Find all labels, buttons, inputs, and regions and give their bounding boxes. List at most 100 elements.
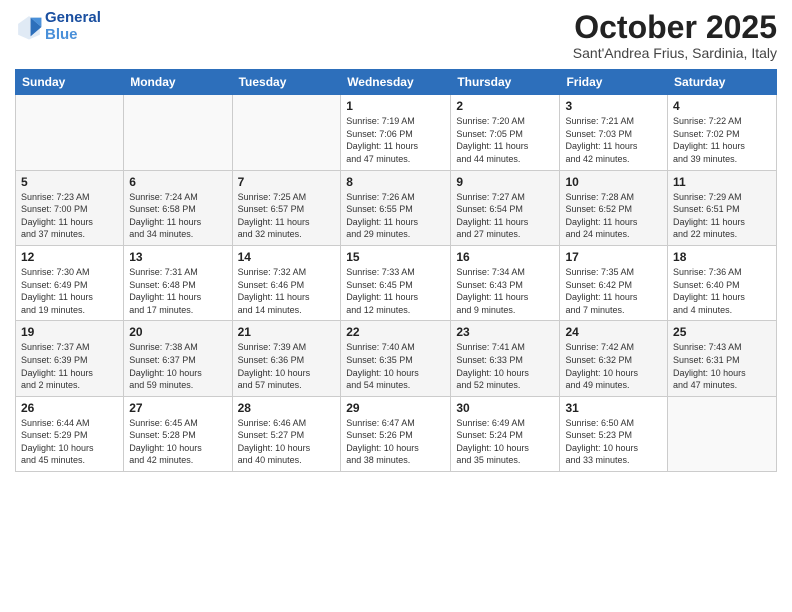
day-number: 17	[565, 250, 662, 264]
calendar-day-3: 3 Sunrise: 7:21 AM Sunset: 7:03 PM Daylig…	[560, 95, 668, 170]
day-number: 6	[129, 175, 226, 189]
calendar-day-11: 11 Sunrise: 7:29 AM Sunset: 6:51 PM Dayli…	[668, 170, 777, 245]
calendar-day-9: 9Sunrise: 7:27 AM Sunset: 6:54 PM Daylig…	[451, 170, 560, 245]
calendar-day-8: 8 Sunrise: 7:26 AM Sunset: 6:55 PM Daylig…	[341, 170, 451, 245]
calendar-day-2: 2 Sunrise: 7:20 AM Sunset: 7:05 PM Daylig…	[451, 95, 560, 170]
logo-text: General Blue	[45, 10, 101, 43]
day-info: Sunrise: 7:19 AM Sunset: 7:06 PM Dayligh…	[346, 115, 445, 165]
day-number: 12	[21, 250, 118, 264]
day-info: Sunrise: 7:34 AM Sunset: 6:43 PM Dayligh…	[456, 266, 554, 316]
calendar-day-24: 24 Sunrise: 7:42 AM Sunset: 6:32 PM Dayli…	[560, 321, 668, 396]
day-info: Sunrise: 7:20 AM Sunset: 7:05 PM Dayligh…	[456, 115, 554, 165]
day-info: Sunrise: 7:31 AM Sunset: 6:48 PM Dayligh…	[129, 266, 226, 316]
page: General Blue October 2025 Sant'Andrea Fr…	[0, 0, 792, 612]
day-info: Sunrise: 7:21 AM Sunset: 7:03 PM Dayligh…	[565, 115, 662, 165]
calendar-day-15: 15 Sunrise: 7:33 AM Sunset: 6:45 PM Dayli…	[341, 245, 451, 320]
day-number: 20	[129, 325, 226, 339]
day-info: Sunrise: 7:33 AM Sunset: 6:45 PM Dayligh…	[346, 266, 445, 316]
calendar-week-row: 5 Sunrise: 7:23 AM Sunset: 7:00 PM Daylig…	[16, 170, 777, 245]
day-info: Sunrise: 6:44 AM Sunset: 5:29 PM Dayligh…	[21, 417, 118, 467]
location: Sant'Andrea Frius, Sardinia, Italy	[573, 45, 777, 61]
day-number: 13	[129, 250, 226, 264]
calendar-week-row: 26Sunrise: 6:44 AM Sunset: 5:29 PM Dayli…	[16, 396, 777, 471]
calendar-day-22: 22Sunrise: 7:40 AM Sunset: 6:35 PM Dayli…	[341, 321, 451, 396]
day-info: Sunrise: 7:25 AM Sunset: 6:57 PM Dayligh…	[238, 191, 336, 241]
day-number: 22	[346, 325, 445, 339]
day-info: Sunrise: 7:35 AM Sunset: 6:42 PM Dayligh…	[565, 266, 662, 316]
day-number: 5	[21, 175, 118, 189]
month-title: October 2025	[573, 10, 777, 45]
day-info: Sunrise: 7:30 AM Sunset: 6:49 PM Dayligh…	[21, 266, 118, 316]
empty-day	[668, 396, 777, 471]
calendar-day-19: 19Sunrise: 7:37 AM Sunset: 6:39 PM Dayli…	[16, 321, 124, 396]
calendar-day-20: 20 Sunrise: 7:38 AM Sunset: 6:37 PM Dayli…	[124, 321, 232, 396]
day-info: Sunrise: 7:43 AM Sunset: 6:31 PM Dayligh…	[673, 341, 771, 391]
calendar-day-1: 1 Sunrise: 7:19 AM Sunset: 7:06 PM Daylig…	[341, 95, 451, 170]
day-number: 10	[565, 175, 662, 189]
day-number: 18	[673, 250, 771, 264]
day-number: 14	[238, 250, 336, 264]
day-info: Sunrise: 6:47 AM Sunset: 5:26 PM Dayligh…	[346, 417, 445, 467]
day-info: Sunrise: 7:36 AM Sunset: 6:40 PM Dayligh…	[673, 266, 771, 316]
day-number: 28	[238, 401, 336, 415]
day-info: Sunrise: 7:32 AM Sunset: 6:46 PM Dayligh…	[238, 266, 336, 316]
calendar-day-7: 7Sunrise: 7:25 AM Sunset: 6:57 PM Daylig…	[232, 170, 341, 245]
day-number: 4	[673, 99, 771, 113]
day-info: Sunrise: 7:42 AM Sunset: 6:32 PM Dayligh…	[565, 341, 662, 391]
calendar-day-30: 30 Sunrise: 6:49 AM Sunset: 5:24 PM Dayli…	[451, 396, 560, 471]
day-info: Sunrise: 7:22 AM Sunset: 7:02 PM Dayligh…	[673, 115, 771, 165]
day-header-tuesday: Tuesday	[232, 70, 341, 95]
calendar-day-29: 29 Sunrise: 6:47 AM Sunset: 5:26 PM Dayli…	[341, 396, 451, 471]
day-info: Sunrise: 6:49 AM Sunset: 5:24 PM Dayligh…	[456, 417, 554, 467]
day-header-monday: Monday	[124, 70, 232, 95]
header: General Blue October 2025 Sant'Andrea Fr…	[15, 10, 777, 61]
day-number: 15	[346, 250, 445, 264]
day-number: 3	[565, 99, 662, 113]
calendar-day-10: 10 Sunrise: 7:28 AM Sunset: 6:52 PM Dayli…	[560, 170, 668, 245]
day-number: 11	[673, 175, 771, 189]
day-number: 21	[238, 325, 336, 339]
calendar-day-12: 12 Sunrise: 7:30 AM Sunset: 6:49 PM Dayli…	[16, 245, 124, 320]
day-number: 29	[346, 401, 445, 415]
day-info: Sunrise: 7:39 AM Sunset: 6:36 PM Dayligh…	[238, 341, 336, 391]
day-info: Sunrise: 7:23 AM Sunset: 7:00 PM Dayligh…	[21, 191, 118, 241]
day-number: 24	[565, 325, 662, 339]
calendar-day-14: 14 Sunrise: 7:32 AM Sunset: 6:46 PM Dayli…	[232, 245, 341, 320]
day-info: Sunrise: 7:26 AM Sunset: 6:55 PM Dayligh…	[346, 191, 445, 241]
calendar-week-row: 12 Sunrise: 7:30 AM Sunset: 6:49 PM Dayli…	[16, 245, 777, 320]
day-number: 25	[673, 325, 771, 339]
day-info: Sunrise: 6:50 AM Sunset: 5:23 PM Dayligh…	[565, 417, 662, 467]
calendar-day-16: 16 Sunrise: 7:34 AM Sunset: 6:43 PM Dayli…	[451, 245, 560, 320]
header-right: October 2025 Sant'Andrea Frius, Sardinia…	[573, 10, 777, 61]
day-info: Sunrise: 6:46 AM Sunset: 5:27 PM Dayligh…	[238, 417, 336, 467]
empty-day	[16, 95, 124, 170]
day-info: Sunrise: 7:37 AM Sunset: 6:39 PM Dayligh…	[21, 341, 118, 391]
calendar-day-31: 31Sunrise: 6:50 AM Sunset: 5:23 PM Dayli…	[560, 396, 668, 471]
calendar-day-6: 6 Sunrise: 7:24 AM Sunset: 6:58 PM Daylig…	[124, 170, 232, 245]
calendar: SundayMondayTuesdayWednesdayThursdayFrid…	[15, 69, 777, 472]
calendar-week-row: 1 Sunrise: 7:19 AM Sunset: 7:06 PM Daylig…	[16, 95, 777, 170]
day-info: Sunrise: 7:41 AM Sunset: 6:33 PM Dayligh…	[456, 341, 554, 391]
day-number: 1	[346, 99, 445, 113]
calendar-day-17: 17 Sunrise: 7:35 AM Sunset: 6:42 PM Dayli…	[560, 245, 668, 320]
day-number: 9	[456, 175, 554, 189]
day-number: 16	[456, 250, 554, 264]
day-header-sunday: Sunday	[16, 70, 124, 95]
day-number: 8	[346, 175, 445, 189]
day-number: 2	[456, 99, 554, 113]
day-info: Sunrise: 7:29 AM Sunset: 6:51 PM Dayligh…	[673, 191, 771, 241]
calendar-header-row: SundayMondayTuesdayWednesdayThursdayFrid…	[16, 70, 777, 95]
calendar-day-21: 21 Sunrise: 7:39 AM Sunset: 6:36 PM Dayli…	[232, 321, 341, 396]
day-number: 30	[456, 401, 554, 415]
empty-day	[232, 95, 341, 170]
calendar-day-26: 26Sunrise: 6:44 AM Sunset: 5:29 PM Dayli…	[16, 396, 124, 471]
empty-day	[124, 95, 232, 170]
day-info: Sunrise: 7:28 AM Sunset: 6:52 PM Dayligh…	[565, 191, 662, 241]
day-info: Sunrise: 7:38 AM Sunset: 6:37 PM Dayligh…	[129, 341, 226, 391]
logo: General Blue	[15, 10, 101, 43]
calendar-day-13: 13 Sunrise: 7:31 AM Sunset: 6:48 PM Dayli…	[124, 245, 232, 320]
day-info: Sunrise: 6:45 AM Sunset: 5:28 PM Dayligh…	[129, 417, 226, 467]
calendar-day-5: 5 Sunrise: 7:23 AM Sunset: 7:00 PM Daylig…	[16, 170, 124, 245]
logo-icon	[15, 13, 43, 41]
day-info: Sunrise: 7:24 AM Sunset: 6:58 PM Dayligh…	[129, 191, 226, 241]
